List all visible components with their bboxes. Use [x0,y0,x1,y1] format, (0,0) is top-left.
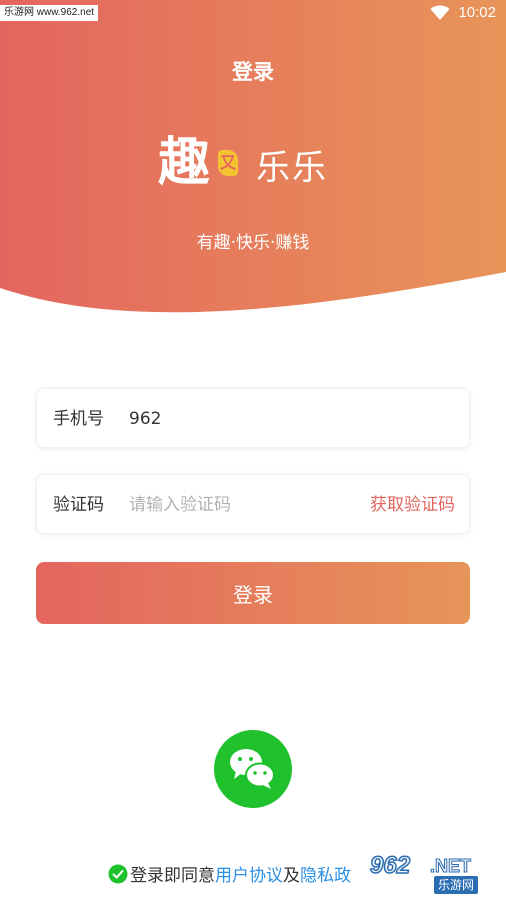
header-wave [0,272,506,325]
phone-label: 手机号 [53,409,104,429]
app-logo: 趣 又 乐乐 [158,128,358,208]
tagline: 有趣·快乐·赚钱 [196,233,310,253]
wechat-icon [230,749,275,789]
status-time: 10:02 [458,4,496,21]
code-field: 验证码 获取验证码 [36,474,470,534]
check-circle-icon[interactable] [108,864,128,884]
site-logo-watermark: 962 .NET 乐游网 [369,851,500,896]
login-button[interactable]: 登录 [36,562,470,624]
code-input[interactable] [129,490,349,520]
watermark-tld: .NET [429,856,472,877]
logo-accent-char: 又 [218,150,238,176]
wifi-icon [430,5,450,20]
watermark-cn: 乐游网 [434,876,479,894]
agreement-prefix: 登录即同意 [130,866,215,886]
agreement-text: 登录即同意 用户协议 及 隐私政 [108,861,351,886]
logo-sub-text: 乐乐 [256,148,328,188]
page-title: 登录 [232,60,274,84]
wechat-login-button[interactable] [214,730,292,808]
logo-main-char: 趣 [158,132,211,193]
site-watermark: 乐游网 www.962.net [0,5,99,21]
code-label: 验证码 [53,495,104,515]
user-agreement-link[interactable]: 用户协议 [215,861,283,886]
agreement-conjunction: 及 [283,866,300,886]
get-code-button[interactable]: 获取验证码 [370,475,455,535]
phone-field: 手机号 [36,388,470,448]
phone-input[interactable] [129,404,349,434]
privacy-policy-link[interactable]: 隐私政 [300,861,351,886]
status-bar: 10:02 [430,4,496,21]
watermark-brand: 962 [369,851,411,880]
